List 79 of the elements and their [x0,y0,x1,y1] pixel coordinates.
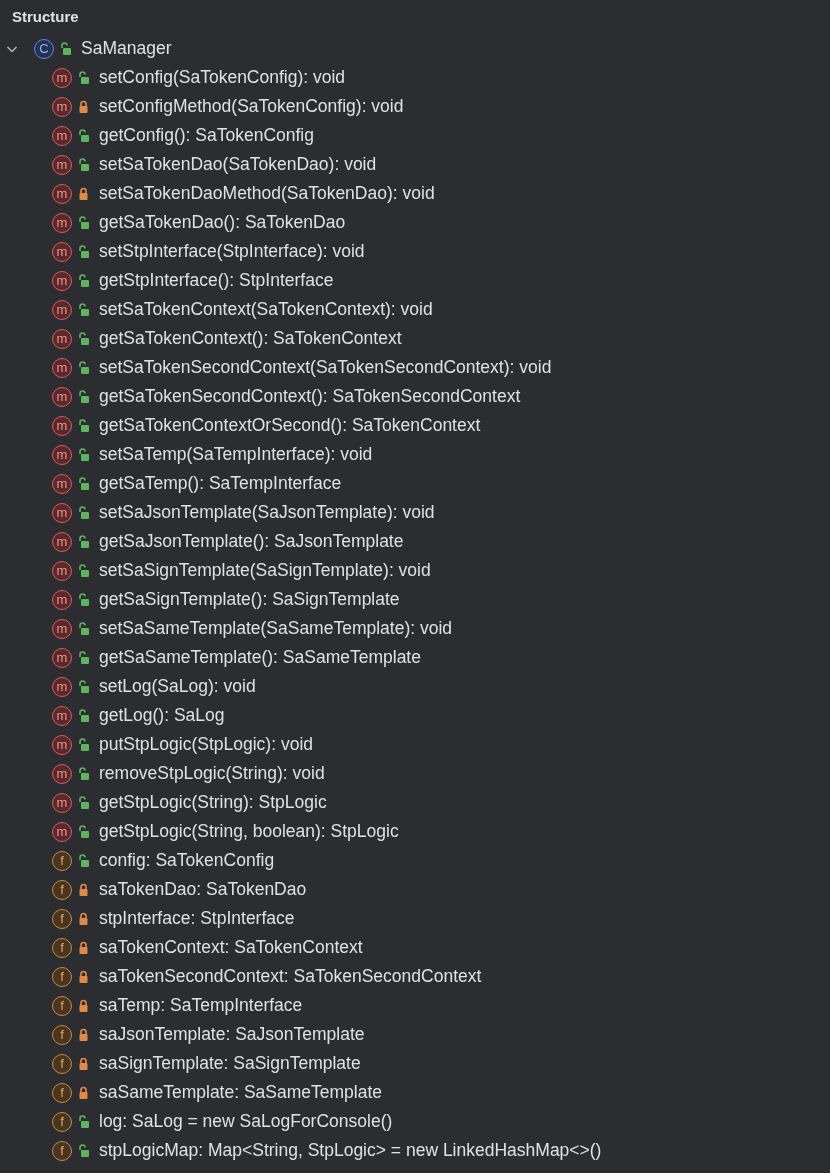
field-icon: f [52,966,72,987]
method-icon: m [52,212,72,233]
field-icon: f [52,995,72,1016]
tree-item[interactable]: getSaTokenDao(): SaTokenDao [99,209,346,236]
method-icon: m [52,125,72,146]
method-icon: m [52,154,72,175]
method-icon: m [52,647,72,668]
tree-item[interactable]: stpLogicMap: Map<String, StpLogic> = new LinkedHashMap<>() [99,1137,602,1164]
method-icon: m [52,386,72,407]
method-icon: m [52,415,72,436]
tree-item[interactable]: putStpLogic(StpLogic): void [99,731,314,758]
tree-item[interactable]: getSaTemp(): SaTempInterface [99,470,342,497]
method-icon: m [52,589,72,610]
tree-item[interactable]: log: SaLog = new SaLogForConsole() [99,1108,393,1135]
method-icon: m [52,734,72,755]
tree-item[interactable]: getSaSameTemplate(): SaSameTemplate [99,644,421,671]
method-icon: m [52,96,72,117]
tree-item[interactable]: getConfig(): SaTokenConfig [99,122,314,149]
tree-item[interactable]: stpInterface: StpInterface [99,905,295,932]
method-icon: m [52,531,72,552]
field-icon: f [52,879,72,900]
method-icon: m [52,183,72,204]
tree-item[interactable]: saTokenDao: SaTokenDao [99,876,307,903]
field-icon: f [52,1140,72,1161]
method-icon: m [52,473,72,494]
tree-item[interactable]: saTokenSecondContext: SaTokenSecondContext [99,963,482,990]
method-icon: m [52,821,72,842]
tree-item[interactable]: getSaTokenContext(): SaTokenContext [99,325,402,352]
tree-item[interactable]: getStpLogic(String, boolean): StpLogic [99,818,399,845]
field-icon: f [52,908,72,929]
method-icon: m [52,357,72,378]
tree-item[interactable]: setSaTokenSecondContext(SaTokenSecondContext): void [99,354,552,381]
method-icon: m [52,676,72,697]
method-icon: m [52,270,72,291]
tree-item[interactable]: SaManager [81,35,172,62]
tree-item[interactable]: setConfigMethod(SaTokenConfig): void [99,93,404,120]
tree-item[interactable]: setSaTemp(SaTempInterface): void [99,441,373,468]
method-icon: m [52,299,72,320]
panel-title: Structure [11,7,80,27]
tree-item[interactable]: getStpLogic(String): StpLogic [99,789,327,816]
tree-item[interactable]: setSaSignTemplate(SaSignTemplate): void [99,557,431,584]
field-icon: f [52,850,72,871]
method-icon: m [52,328,72,349]
tree-item[interactable]: saJsonTemplate: SaJsonTemplate [99,1021,365,1048]
tree-item[interactable]: setSaTokenContext(SaTokenContext): void [99,296,433,323]
method-icon: m [52,763,72,784]
tree-item[interactable]: setConfig(SaTokenConfig): void [99,64,346,91]
field-icon: f [52,1082,72,1103]
method-icon: m [52,705,72,726]
tree-item[interactable]: getSaSignTemplate(): SaSignTemplate [99,586,400,613]
method-icon: m [52,444,72,465]
method-icon: m [52,792,72,813]
tree-item[interactable]: getSaTokenContextOrSecond(): SaTokenContext [99,412,481,439]
field-icon: f [52,1053,72,1074]
tree-item[interactable]: setSaJsonTemplate(SaJsonTemplate): void [99,499,435,526]
method-icon: m [52,241,72,262]
tree-item[interactable]: setSaSameTemplate(SaSameTemplate): void [99,615,453,642]
tree-item[interactable]: setSaTokenDaoMethod(SaTokenDao): void [99,180,435,207]
tree-item[interactable]: removeStpLogic(String): void [99,760,325,787]
tree-item[interactable]: setStpInterface(StpInterface): void [99,238,365,265]
tree-item[interactable]: setSaTokenDao(SaTokenDao): void [99,151,377,178]
tree-item[interactable]: getSaTokenSecondContext(): SaTokenSecondContext [99,383,521,410]
tree-item[interactable]: getSaJsonTemplate(): SaJsonTemplate [99,528,404,555]
method-icon: m [52,67,72,88]
field-icon: f [52,1111,72,1132]
class-icon: C [34,38,54,59]
method-icon: m [52,618,72,639]
field-icon: f [52,937,72,958]
tree-item[interactable]: saSameTemplate: SaSameTemplate [99,1079,383,1106]
tree-item[interactable]: saTemp: SaTempInterface [99,992,303,1019]
method-icon: m [52,560,72,581]
tree-item[interactable]: saSignTemplate: SaSignTemplate [99,1050,361,1077]
tree-item[interactable]: getLog(): SaLog [99,702,225,729]
field-icon: f [52,1024,72,1045]
tree-item[interactable]: config: SaTokenConfig [99,847,275,874]
tree-item[interactable]: getStpInterface(): StpInterface [99,267,334,294]
method-icon: m [52,502,72,523]
tree-item[interactable]: saTokenContext: SaTokenContext [99,934,363,961]
tree-item[interactable]: setLog(SaLog): void [99,673,256,700]
